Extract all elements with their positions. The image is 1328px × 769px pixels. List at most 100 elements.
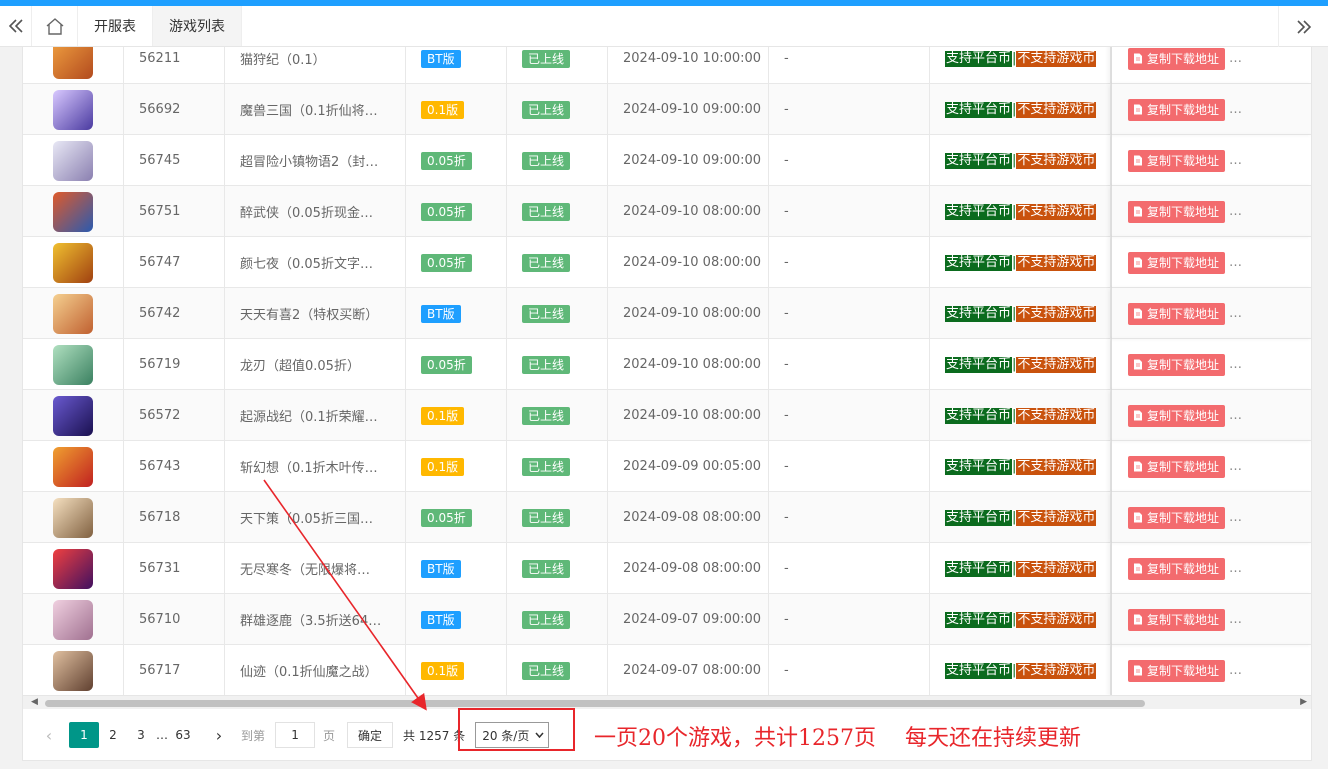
dash-text: - xyxy=(784,612,789,627)
game-name: 斩幻想（0.1折木叶传… xyxy=(225,441,406,492)
table-row[interactable]: 56747 颜七夜（0.05折文字… 0.05折 已上线 2024-09-10 08:0… xyxy=(23,237,1311,288)
copy-button-label: 复制下载地址 xyxy=(1147,204,1220,219)
empty-cell: - xyxy=(769,543,930,594)
action-cell: 复制下载地址… xyxy=(1111,237,1311,288)
platform-coin-tag: 支持平台币 xyxy=(945,356,1013,373)
scroll-right-icon[interactable]: ▶ xyxy=(1300,697,1307,707)
copy-download-link-button[interactable]: 复制下载地址 xyxy=(1128,455,1226,478)
copy-download-link-button[interactable]: 复制下载地址 xyxy=(1128,149,1226,172)
more-actions[interactable]: … xyxy=(1229,663,1242,678)
launch-date: 2024-09-10 09:00:00 xyxy=(608,135,769,186)
currency-support-tags: 支持平台币 | 不支持游戏币 xyxy=(945,356,1097,373)
launch-date-text: 2024-09-08 08:00:00 xyxy=(623,510,762,525)
table-row[interactable]: 56692 魔兽三国（0.1折仙将… 0.1版 已上线 2024-09-10 09:00… xyxy=(23,84,1311,135)
scroll-left-icon[interactable]: ◀ xyxy=(31,697,38,707)
document-icon xyxy=(1134,308,1142,319)
copy-download-link-button[interactable]: 复制下载地址 xyxy=(1128,353,1226,376)
goto-page-input[interactable]: 1 xyxy=(275,722,316,748)
copy-download-link-button[interactable]: 复制下载地址 xyxy=(1128,251,1226,274)
game-id-text: 56743 xyxy=(139,459,181,474)
game-coin-tag: 不支持游戏币 xyxy=(1016,509,1097,526)
table-row[interactable]: 56718 天下策（0.05折三国… 0.05折 已上线 2024-09-08 08:0… xyxy=(23,492,1311,543)
launch-date-text: 2024-09-10 08:00:00 xyxy=(623,204,762,219)
more-actions[interactable]: … xyxy=(1229,357,1242,372)
type-cell: 0.05折 xyxy=(406,237,507,288)
table-row[interactable]: 56745 超冒险小镇物语2（封… 0.05折 已上线 2024-09-10 09:00… xyxy=(23,135,1311,186)
status-cell: 已上线 xyxy=(507,390,608,441)
dash-text: - xyxy=(784,102,789,117)
more-actions[interactable]: … xyxy=(1229,612,1242,627)
scrollbar-thumb[interactable] xyxy=(45,700,1145,707)
game-id: 56742 xyxy=(124,288,225,339)
game-name-text: 醉武侠（0.05折现金… xyxy=(240,206,373,221)
table-row[interactable]: 56211 猫狩纪（0.1） BT版 已上线 2024-09-10 10:00:00 - 支… xyxy=(23,47,1311,84)
game-icon xyxy=(53,89,93,130)
home-icon[interactable] xyxy=(32,6,78,46)
game-coin-tag: 不支持游戏币 xyxy=(1016,458,1097,475)
table-row[interactable]: 56572 起源战纪（0.1折荣耀… 0.1版 已上线 2024-09-10 08:00… xyxy=(23,390,1311,441)
tab-server-list[interactable]: 开服表 xyxy=(78,6,153,46)
empty-cell: - xyxy=(769,47,930,84)
table-row[interactable]: 56710 群雄逐鹿（3.5折送64… BT版 已上线 2024-09-07 09:00… xyxy=(23,594,1311,645)
table-row[interactable]: 56719 龙刃（超值0.05折） 0.05折 已上线 2024-09-10 08:00… xyxy=(23,339,1311,390)
copy-download-link-button[interactable]: 复制下载地址 xyxy=(1128,302,1226,325)
page-3-button[interactable]: 3 xyxy=(127,722,155,748)
game-id-text: 56211 xyxy=(139,51,181,66)
status-cell: 已上线 xyxy=(507,543,608,594)
game-icon xyxy=(53,140,93,181)
next-page-button[interactable]: › xyxy=(205,722,233,748)
game-icon xyxy=(53,293,93,334)
prev-page-button[interactable]: ‹ xyxy=(35,722,63,748)
more-actions[interactable]: … xyxy=(1229,153,1242,168)
copy-download-link-button[interactable]: 复制下载地址 xyxy=(1128,98,1226,121)
copy-download-link-button[interactable]: 复制下载地址 xyxy=(1128,200,1226,223)
game-id: 56743 xyxy=(124,441,225,492)
game-id: 56692 xyxy=(124,84,225,135)
more-actions[interactable]: … xyxy=(1229,408,1242,423)
copy-download-link-button[interactable]: 复制下载地址 xyxy=(1128,659,1226,682)
game-coin-tag: 不支持游戏币 xyxy=(1016,50,1097,67)
game-name-text: 天下策（0.05折三国… xyxy=(240,512,373,527)
icon-cell xyxy=(23,645,124,695)
last-page-button[interactable]: 63 xyxy=(169,722,197,748)
status-cell: 已上线 xyxy=(507,492,608,543)
expand-right-icon[interactable] xyxy=(1278,6,1328,47)
table-row[interactable]: 56717 仙迹（0.1折仙魔之战） 0.1版 已上线 2024-09-07 08:00… xyxy=(23,645,1311,695)
tab-game-list[interactable]: 游戏列表 xyxy=(153,6,242,46)
table-row[interactable]: 56743 斩幻想（0.1折木叶传… 0.1版 已上线 2024-09-09 00:05… xyxy=(23,441,1311,492)
table-row[interactable]: 56731 无尽寒冬（无限爆将… BT版 已上线 2024-09-08 08:00:00… xyxy=(23,543,1311,594)
icon-cell xyxy=(23,186,124,237)
confirm-button[interactable]: 确定 xyxy=(347,722,394,748)
game-name-text: 群雄逐鹿（3.5折送64… xyxy=(240,614,382,629)
page-1-button[interactable]: 1 xyxy=(69,722,99,748)
table-row[interactable]: 56742 天天有喜2（特权买断） BT版 已上线 2024-09-10 08:00:0… xyxy=(23,288,1311,339)
platform-coin-tag: 支持平台币 xyxy=(945,407,1013,424)
game-icon xyxy=(53,242,93,283)
document-icon xyxy=(1134,410,1142,421)
game-name-text: 仙迹（0.1折仙魔之战） xyxy=(240,665,378,680)
type-badge: BT版 xyxy=(421,559,461,578)
icon-cell xyxy=(23,441,124,492)
copy-download-link-button[interactable]: 复制下载地址 xyxy=(1128,506,1226,529)
more-actions[interactable]: … xyxy=(1229,255,1242,270)
action-cell: 复制下载地址 … xyxy=(1111,186,1311,237)
copy-download-link-button[interactable]: 复制下载地址 xyxy=(1128,557,1226,580)
collapse-left-icon[interactable] xyxy=(0,6,32,46)
more-actions[interactable]: … xyxy=(1229,204,1242,219)
copy-download-link-button[interactable]: 复制下载地址 xyxy=(1128,47,1226,70)
more-actions[interactable]: … xyxy=(1229,510,1242,525)
more-actions[interactable]: … xyxy=(1229,459,1242,474)
dash-text: - xyxy=(784,357,789,372)
table-row[interactable]: 56751 醉武侠（0.05折现金… 0.05折 已上线 2024-09-10 08:0… xyxy=(23,186,1311,237)
status-cell: 已上线 xyxy=(507,84,608,135)
copy-download-link-button[interactable]: 复制下载地址 xyxy=(1128,608,1226,631)
status-badge: 已上线 xyxy=(522,508,571,527)
horizontal-scrollbar[interactable]: ◀ ▶ xyxy=(23,695,1311,709)
game-name: 起源战纪（0.1折荣耀… xyxy=(225,390,406,441)
more-actions[interactable]: … xyxy=(1229,51,1242,66)
copy-download-link-button[interactable]: 复制下载地址 xyxy=(1128,404,1226,427)
more-actions[interactable]: … xyxy=(1229,306,1242,321)
more-actions[interactable]: … xyxy=(1229,561,1242,576)
more-actions[interactable]: … xyxy=(1229,102,1242,117)
page-2-button[interactable]: 2 xyxy=(99,722,127,748)
